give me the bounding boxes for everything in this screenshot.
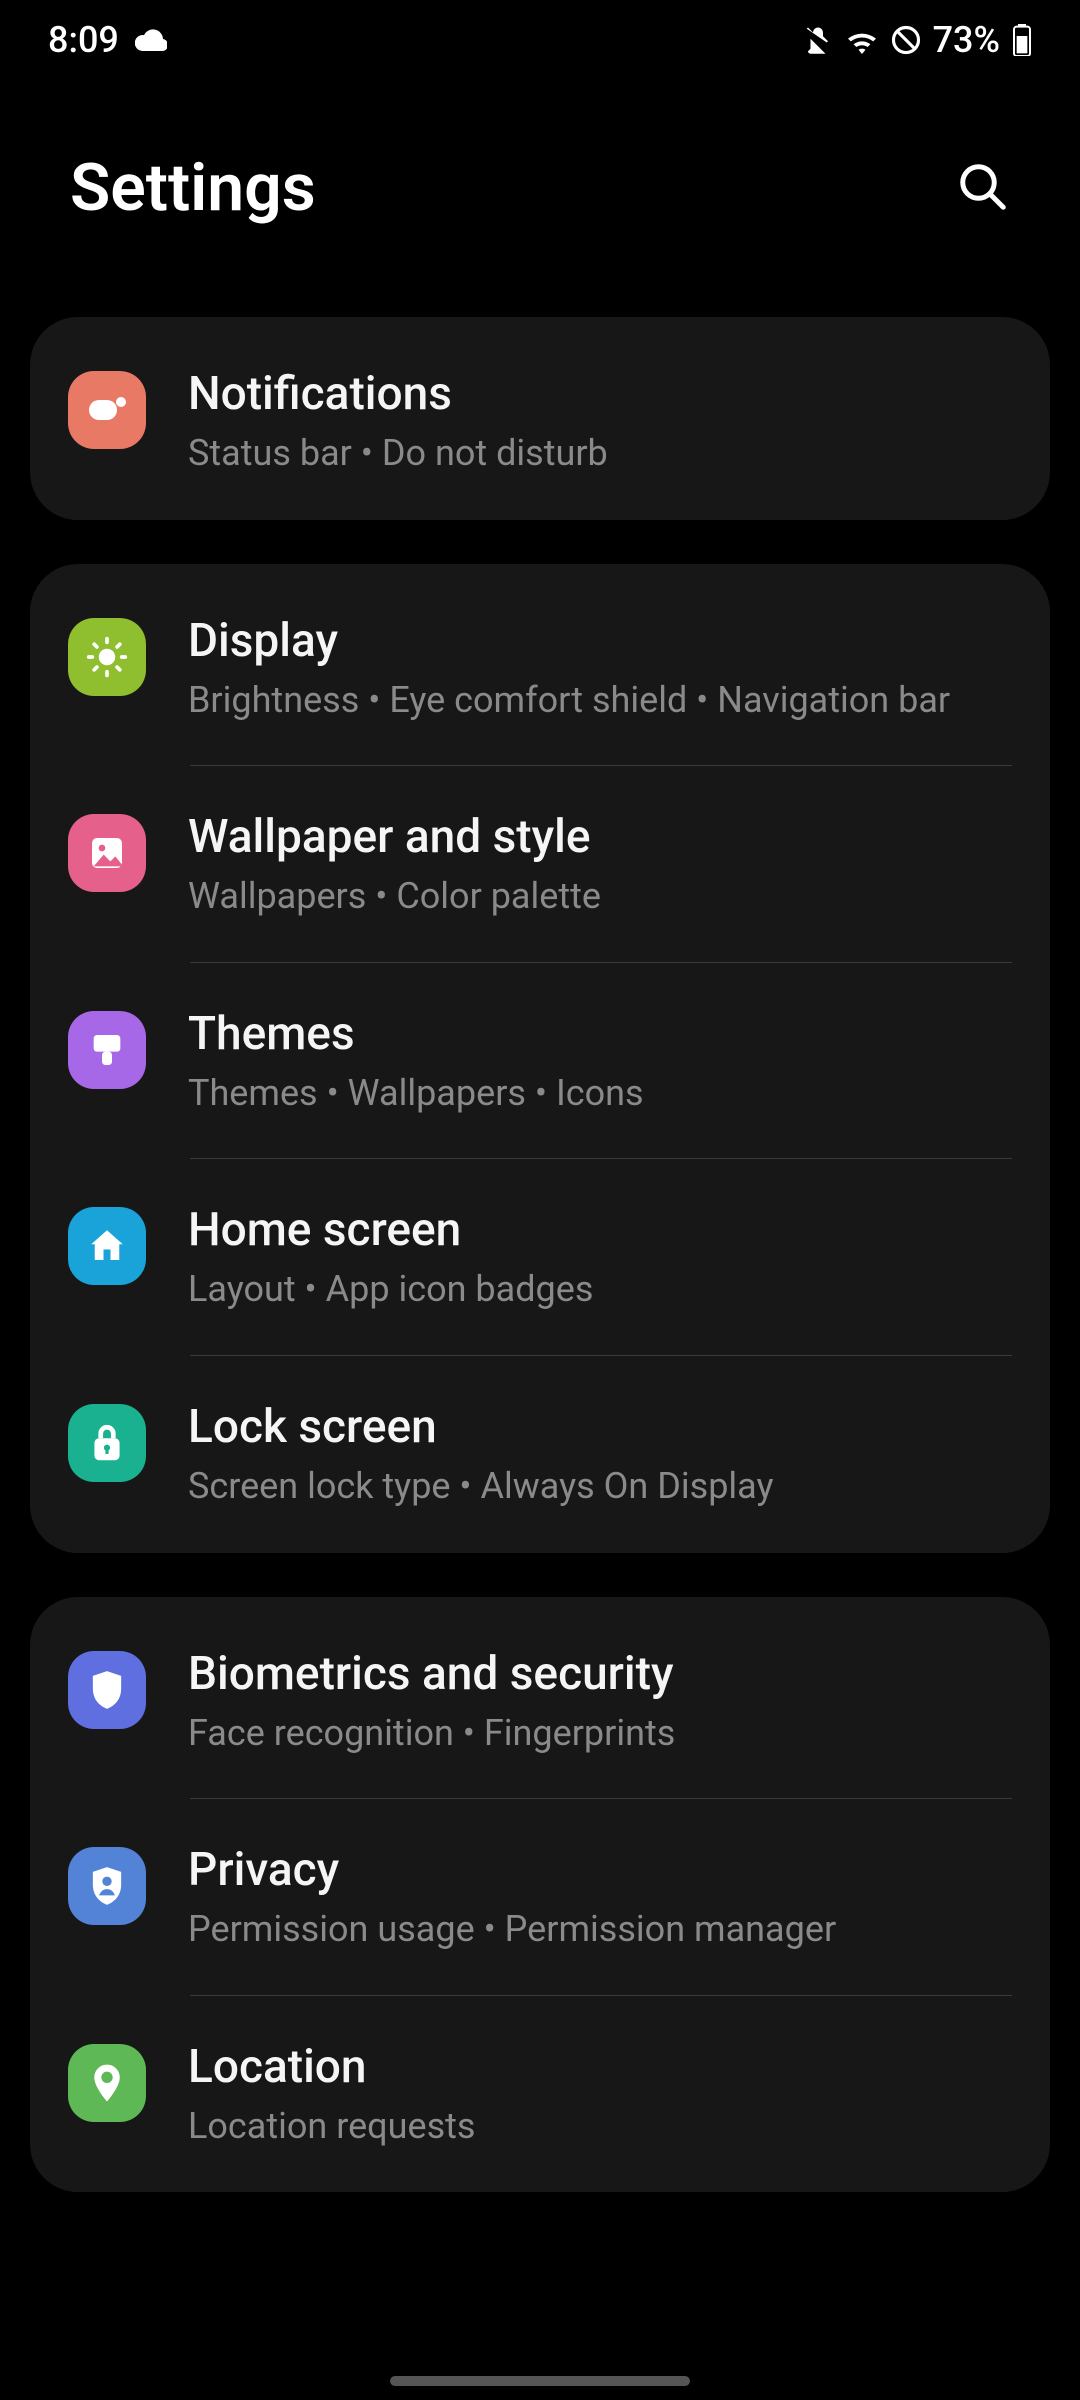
mute-icon [803,25,833,55]
item-subtitle: Screen lock type • Always On Display [188,1462,774,1511]
settings-item-location[interactable]: Location Location requests [30,1996,1050,2193]
settings-item-wallpaper[interactable]: Wallpaper and style Wallpapers • Color pa… [30,766,1050,963]
item-subtitle: Status bar • Do not disturb [188,429,608,478]
item-title: Notifications [188,367,608,421]
status-bar: 8:09 73% [0,0,1080,80]
item-subtitle: Location requests [188,2102,476,2151]
item-title: Display [188,614,950,668]
display-icon [68,618,146,696]
settings-item-notifications[interactable]: Notifications Status bar • Do not disturb [30,317,1050,520]
item-title: Home screen [188,1203,593,1257]
settings-group: Notifications Status bar • Do not disturb [30,317,1050,520]
search-button[interactable] [956,160,1010,217]
item-subtitle: Brightness • Eye comfort shield • Naviga… [188,676,950,725]
notifications-icon [68,371,146,449]
settings-item-home[interactable]: Home screen Layout • App icon badges [30,1159,1050,1356]
page-header: Settings [0,80,1080,317]
wallpaper-icon [68,814,146,892]
item-subtitle: Themes • Wallpapers • Icons [188,1069,644,1118]
settings-item-privacy[interactable]: Privacy Permission usage • Permission man… [30,1799,1050,1996]
settings-item-lock[interactable]: Lock screen Screen lock type • Always On … [30,1356,1050,1553]
item-subtitle: Face recognition • Fingerprints [188,1709,675,1758]
shield-icon [68,1651,146,1729]
privacy-icon [68,1847,146,1925]
themes-icon [68,1011,146,1089]
settings-item-display[interactable]: Display Brightness • Eye comfort shield •… [30,564,1050,767]
item-subtitle: Layout • App icon badges [188,1265,593,1314]
item-subtitle: Permission usage • Permission manager [188,1905,836,1954]
item-title: Lock screen [188,1400,774,1454]
item-title: Privacy [188,1843,836,1897]
search-icon [956,160,1010,214]
lock-icon [68,1404,146,1482]
status-time: 8:09 [48,19,119,61]
settings-item-shield[interactable]: Biometrics and security Face recognition … [30,1597,1050,1800]
item-subtitle: Wallpapers • Color palette [188,872,601,921]
settings-item-themes[interactable]: Themes Themes • Wallpapers • Icons [30,963,1050,1160]
item-title: Biometrics and security [188,1647,675,1701]
gesture-bar[interactable] [390,2376,690,2386]
battery-icon [1012,24,1032,56]
location-icon [68,2044,146,2122]
settings-group: Biometrics and security Face recognition … [30,1597,1050,2193]
battery-text: 73% [933,19,1000,61]
item-title: Location [188,2040,476,2094]
settings-group: Display Brightness • Eye comfort shield •… [30,564,1050,1553]
item-title: Wallpaper and style [188,810,601,864]
cloud-icon [135,29,167,51]
no-data-icon [891,25,921,55]
item-title: Themes [188,1007,644,1061]
wifi-icon [845,26,879,54]
home-icon [68,1207,146,1285]
page-title: Settings [70,150,316,227]
